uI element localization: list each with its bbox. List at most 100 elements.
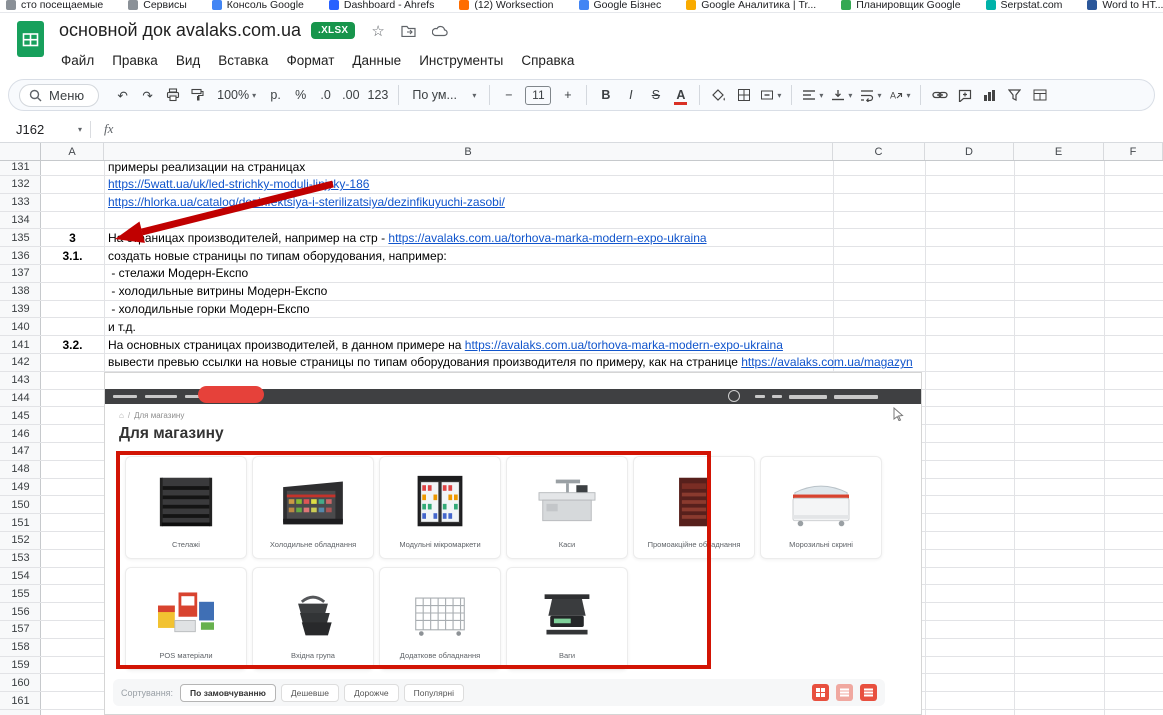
font-selector[interactable]: По ум... ▾ [406, 88, 482, 102]
cell-value[interactable]: примеры реализации на страницах [108, 161, 305, 175]
menu-item[interactable]: Вид [169, 51, 207, 70]
cell-value[interactable]: https://5watt.ua/uk/led-strichky-moduli-… [108, 176, 369, 193]
bookmark-item[interactable]: Word to HT... [1087, 0, 1163, 11]
product-card[interactable]: Вхідна група [252, 567, 374, 670]
merge-cells-button[interactable]: ▾ [757, 83, 784, 107]
cell-value[interactable]: На страницах производителей, например на… [108, 229, 707, 246]
name-box[interactable]: J162 ▾ [0, 122, 90, 137]
italic-button[interactable]: I [619, 83, 642, 107]
document-title[interactable]: основной док avalaks.com.ua [59, 20, 301, 41]
cell-value[interactable]: - стелажи Модерн-Експо [108, 265, 248, 282]
row-header[interactable]: 134 [0, 212, 41, 229]
column-header[interactable]: D [925, 143, 1014, 160]
product-card[interactable]: Морозильні скрині [760, 456, 882, 559]
row-header[interactable]: 155 [0, 585, 41, 602]
font-size-input[interactable]: 11 [525, 85, 552, 105]
product-card[interactable]: Промоакційне обладнання [633, 456, 755, 559]
table-views-button[interactable] [1028, 83, 1051, 107]
menu-item[interactable]: Инструменты [412, 51, 510, 70]
increase-font-size-button[interactable]: + [556, 83, 579, 107]
text-wrap-button[interactable]: ▾ [857, 83, 884, 107]
bookmark-item[interactable]: Планировщик Google [841, 0, 961, 11]
fill-color-button[interactable] [707, 83, 730, 107]
cell-value[interactable]: 3.1. [41, 247, 104, 264]
product-card[interactable]: Холодильне обладнання [252, 456, 374, 559]
row-header[interactable]: 138 [0, 283, 41, 300]
column-header[interactable]: F [1104, 143, 1163, 160]
percent-format-button[interactable]: % [289, 83, 312, 107]
row-header[interactable]: 159 [0, 657, 41, 674]
row-header[interactable]: 157 [0, 621, 41, 638]
embedded-website-screenshot[interactable]: ⌂ / Для магазину Для магазину Стелажі Хол… [104, 372, 922, 715]
row-header[interactable]: 143 [0, 372, 41, 389]
sort-option[interactable]: По замовчуванню [180, 683, 276, 702]
column-header[interactable]: B [104, 143, 833, 160]
increase-decimals-button[interactable]: .00 [339, 83, 362, 107]
product-card[interactable]: Ваги [506, 567, 628, 670]
product-card[interactable]: Стелажі [125, 456, 247, 559]
row-header[interactable]: 137 [0, 265, 41, 282]
row-header[interactable]: 131 [0, 161, 41, 175]
text-rotation-button[interactable]: A ▾ [886, 83, 913, 107]
bookmark-item[interactable]: Serpstat.com [985, 0, 1062, 11]
bookmark-item[interactable]: (12) Worksection [459, 0, 554, 11]
number-format-button[interactable]: 123 [365, 83, 392, 107]
row-header[interactable]: 156 [0, 603, 41, 620]
menu-item[interactable]: Формат [279, 51, 341, 70]
sort-option[interactable]: Популярні [403, 683, 465, 702]
row-header[interactable]: 150 [0, 496, 41, 513]
product-card[interactable]: Додаткове обладнання [379, 567, 501, 670]
view-grid-button[interactable] [812, 684, 829, 701]
row-header[interactable]: 158 [0, 639, 41, 656]
cell-hyperlink[interactable]: https://avalaks.com.ua/magazyn [741, 355, 912, 369]
menu-item[interactable]: Вставка [211, 51, 275, 70]
menu-item[interactable]: Данные [345, 51, 408, 70]
view-list-button[interactable] [836, 684, 853, 701]
cell-hyperlink[interactable]: https://avalaks.com.ua/torhova-marka-mod… [465, 338, 783, 352]
insert-comment-button[interactable] [953, 83, 976, 107]
product-card[interactable]: Каси [506, 456, 628, 559]
sort-option[interactable]: Дешевше [280, 683, 339, 702]
product-card[interactable]: POS матеріали [125, 567, 247, 670]
redo-button[interactable]: ↷ [136, 83, 159, 107]
menu-item[interactable]: Справка [514, 51, 581, 70]
move-folder-icon[interactable] [401, 24, 416, 37]
cell-value[interactable]: На основных страницах производителей, в … [108, 336, 783, 353]
cell-value[interactable]: и т.д. [108, 318, 136, 335]
row-header[interactable]: 152 [0, 532, 41, 549]
cell-value[interactable]: - холодильные витрины Модерн-Експо [108, 283, 327, 300]
row-header[interactable]: 148 [0, 461, 41, 478]
strikethrough-button[interactable]: S [644, 83, 667, 107]
bookmark-item[interactable]: Dashboard - Ahrefs [328, 0, 434, 11]
row-header[interactable]: 149 [0, 479, 41, 496]
insert-link-button[interactable] [928, 83, 951, 107]
bookmark-item[interactable]: Google Бізнес [578, 0, 661, 11]
zoom-control[interactable]: 100% ▾ [211, 88, 262, 102]
cell-value[interactable]: 3.2. [41, 336, 104, 353]
bookmark-item[interactable]: Google Аналитика | Tr... [686, 0, 816, 11]
borders-button[interactable] [732, 83, 755, 107]
row-header[interactable]: 153 [0, 550, 41, 567]
row-header[interactable]: 146 [0, 425, 41, 442]
row-header[interactable]: 135 [0, 229, 41, 246]
row-header[interactable]: 147 [0, 443, 41, 460]
row-header[interactable]: 139 [0, 301, 41, 318]
breadcrumb-label[interactable]: Для магазину [134, 411, 184, 420]
text-color-button[interactable]: A [669, 83, 692, 107]
decrease-font-size-button[interactable]: − [497, 83, 520, 107]
menu-item[interactable]: Правка [105, 51, 165, 70]
column-header[interactable]: E [1014, 143, 1104, 160]
bookmark-item[interactable]: сто посещаемые [6, 0, 103, 11]
cell-value[interactable]: вывести превью ссылки на новые страницы … [108, 354, 913, 371]
insert-chart-button[interactable] [978, 83, 1001, 107]
row-header[interactable]: 161 [0, 692, 41, 709]
bookmark-item[interactable]: Консоль Google [211, 0, 304, 11]
view-table-button[interactable] [860, 684, 877, 701]
cell-hyperlink[interactable]: https://5watt.ua/uk/led-strichky-moduli-… [108, 177, 369, 191]
toolbar-search[interactable]: Меню [19, 83, 100, 107]
cell-value[interactable]: 3 [41, 229, 104, 246]
cell-hyperlink[interactable]: https://hlorka.ua/catalog/dezinfektsiya-… [108, 195, 505, 209]
menu-item[interactable]: Файл [54, 51, 101, 70]
cell-value[interactable]: - холодильные горки Модерн-Експо [108, 301, 309, 318]
paint-format-button[interactable] [186, 83, 209, 107]
